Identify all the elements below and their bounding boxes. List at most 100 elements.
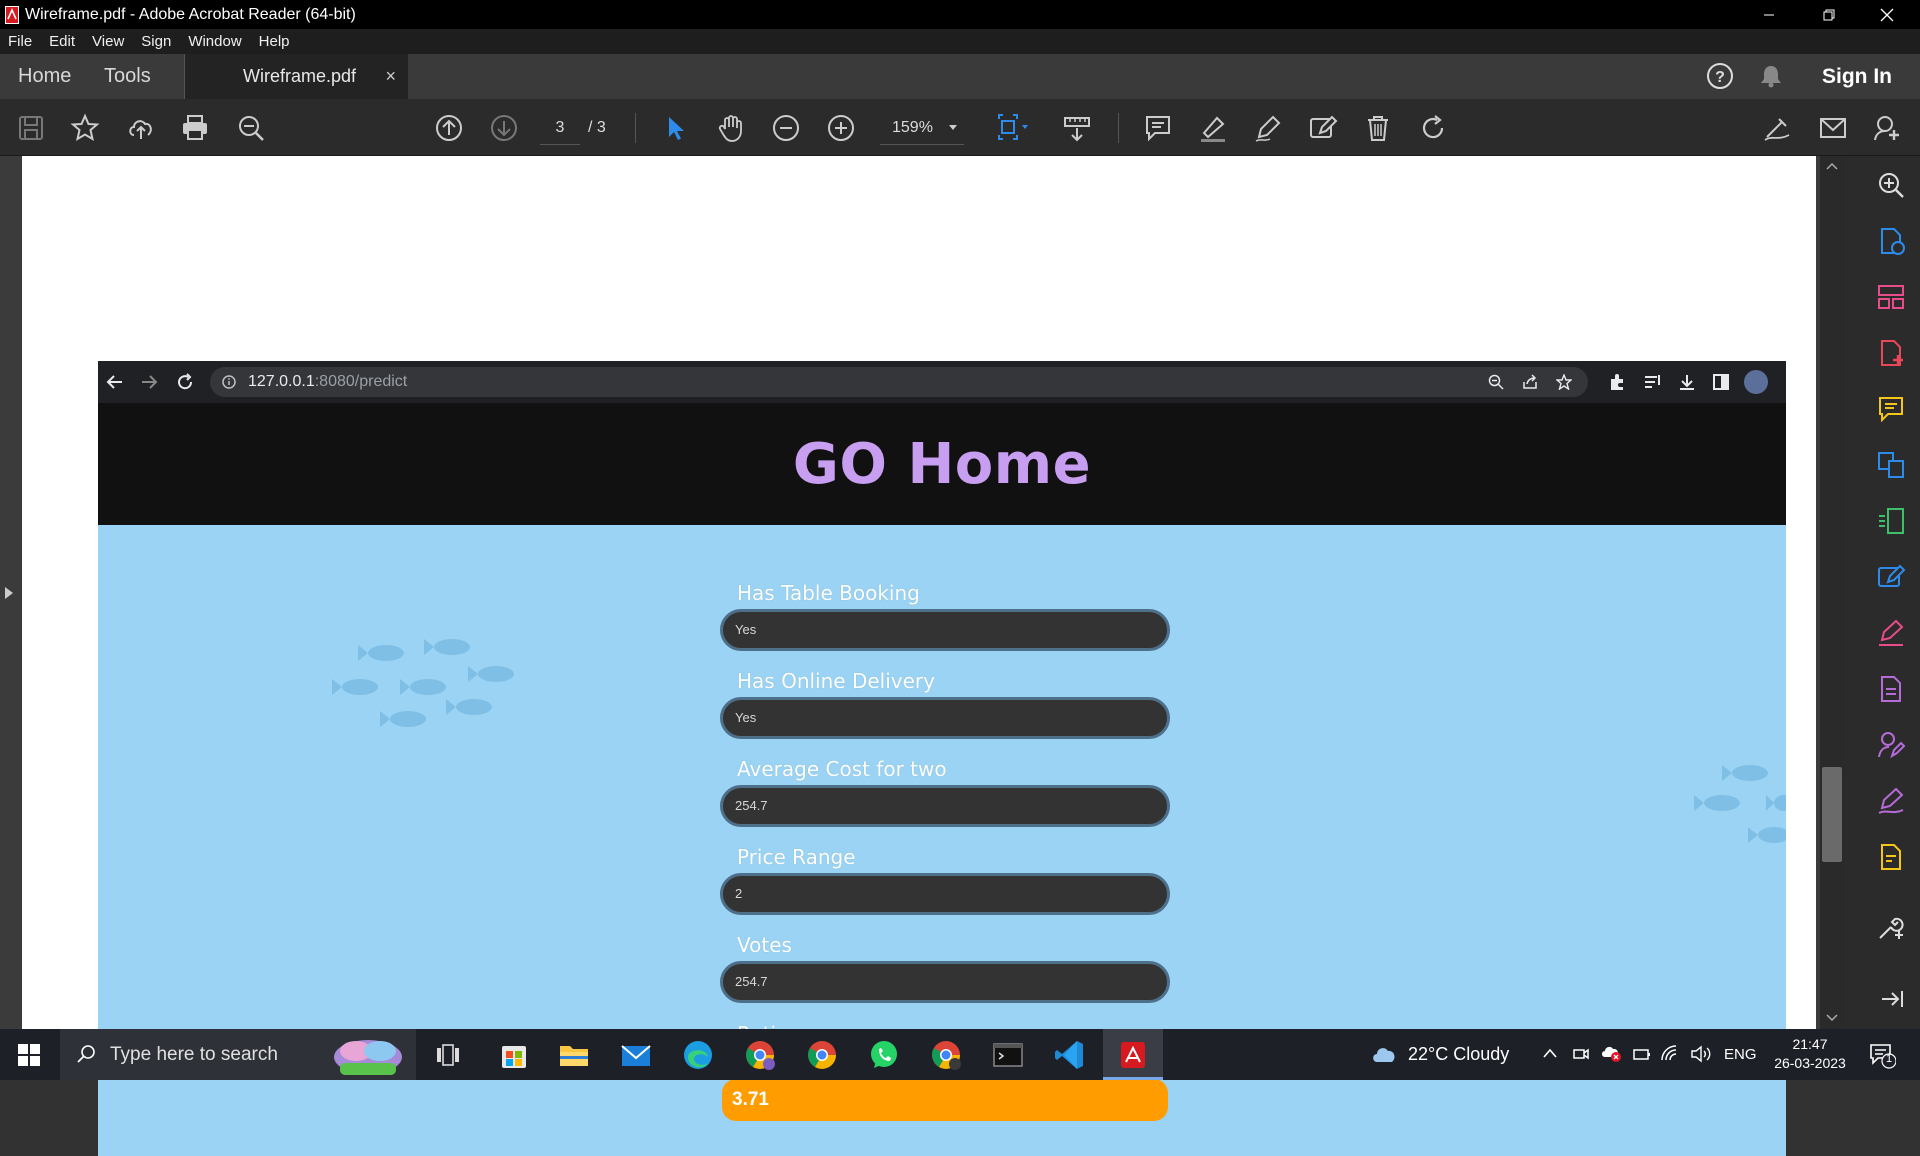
wifi-icon[interactable] [1660,1044,1680,1062]
compress-icon [1879,508,1904,534]
find-button[interactable] [234,111,268,145]
field-label-price-range: Price Range [737,845,856,869]
menu-view[interactable]: View [92,33,124,50]
input-votes[interactable]: 254.7 [720,961,1170,1003]
battery-icon[interactable] [1632,1046,1652,1062]
tool-create-pdf[interactable] [1874,336,1908,370]
tool-organize[interactable] [1874,280,1908,314]
left-panel-toggle[interactable] [4,586,14,600]
tool-zoom[interactable] [1874,168,1908,202]
save-button[interactable] [14,111,48,145]
hand-icon [718,115,742,142]
next-page-button[interactable] [487,111,521,145]
input-table-booking[interactable]: Yes [720,609,1170,651]
taskbar-chrome-profile-1[interactable] [742,1037,778,1073]
document-tab-label: Wireframe.pdf [243,66,357,86]
tool-compress[interactable] [1874,504,1908,538]
clock[interactable]: 21:47 26-03-2023 [1770,1035,1850,1073]
close-tab-button[interactable]: × [385,54,396,99]
scroll-mode-button[interactable] [1060,111,1094,145]
bookmark-button[interactable] [68,111,102,145]
zoom-out-button[interactable] [769,111,803,145]
task-view-button[interactable] [436,1044,460,1066]
tool-fill-sign[interactable] [1874,616,1908,650]
taskbar-edge[interactable] [680,1037,716,1073]
sign-in-button[interactable]: Sign In [1822,54,1892,99]
menu-edit[interactable]: Edit [49,33,75,50]
taskbar-chrome-profile-3[interactable] [928,1037,964,1073]
vertical-scrollbar[interactable] [1820,156,1844,1029]
taskbar-store[interactable] [496,1037,532,1073]
minimize-button[interactable] [1740,0,1798,29]
menu-window[interactable]: Window [188,33,241,50]
rotate-icon [1422,115,1444,139]
taskbar-mail[interactable] [618,1037,654,1073]
toolbar-divider [635,113,636,143]
taskbar-vscode[interactable] [1052,1037,1088,1073]
taskbar-search[interactable]: Type here to search [60,1029,416,1080]
scrollbar-thumb[interactable] [1822,767,1842,862]
tab-document[interactable]: Wireframe.pdf × [184,54,408,99]
zoom-in-button[interactable] [824,111,858,145]
chrome-icon [932,1041,961,1070]
previous-page-button[interactable] [432,111,466,145]
share-link-button[interactable] [1760,111,1794,145]
tab-home[interactable]: Home [18,54,71,99]
rotate-button[interactable] [1416,111,1450,145]
draw-button[interactable] [1251,111,1285,145]
email-button[interactable] [1816,111,1850,145]
meet-now-icon[interactable] [1572,1045,1590,1063]
tool-export-pdf[interactable] [1874,224,1908,258]
volume-icon[interactable] [1690,1045,1712,1063]
collapse-tools-pane[interactable] [1874,982,1908,1016]
menu-file[interactable]: File [8,33,32,50]
input-price-range[interactable]: 2 [720,873,1170,915]
restore-button[interactable] [1800,0,1858,29]
taskbar-acrobat-active[interactable] [1103,1029,1163,1080]
tab-tools[interactable]: Tools [104,54,151,99]
fill-sign-button[interactable] [1306,111,1340,145]
delete-button[interactable] [1361,111,1395,145]
taskbar-terminal[interactable] [990,1037,1026,1073]
document-viewport[interactable]: 127.0.0.1:8080/predict GO Home Has Table… [0,156,1820,1156]
select-tool-button[interactable] [658,111,692,145]
chevron-up-icon[interactable] [1542,1047,1558,1059]
share-user-button[interactable] [1870,111,1904,145]
zoom-icon [1488,374,1504,390]
tool-comment[interactable] [1874,392,1908,426]
notification-bell-icon[interactable] [1758,63,1784,89]
fit-page-button[interactable] [990,111,1036,145]
menu-sign[interactable]: Sign [141,33,171,50]
print-button[interactable] [178,111,212,145]
comment-button[interactable] [1141,111,1175,145]
start-button[interactable] [18,1044,40,1066]
hand-tool-button[interactable] [714,111,748,145]
weather-text[interactable]: 22°C Cloudy [1408,1029,1509,1080]
printer-icon [183,115,207,140]
taskbar-whatsapp[interactable] [866,1037,902,1073]
file-plus-icon [1881,340,1903,366]
input-online-delivery[interactable]: Yes [720,697,1170,739]
zoom-select[interactable]: 159% [880,111,964,145]
tool-more[interactable] [1874,910,1908,944]
tool-request-signature[interactable] [1874,728,1908,762]
tool-sign[interactable] [1874,784,1908,818]
tool-edit-pdf[interactable] [1874,560,1908,594]
highlight-button[interactable] [1196,111,1230,145]
cloud-sync-error-icon[interactable] [1600,1043,1622,1063]
arrow-up-circle-icon [436,115,462,141]
notification-center-button[interactable]: 1 [1868,1041,1896,1069]
menu-help[interactable]: Help [259,33,290,50]
tool-prepare-form[interactable] [1874,840,1908,874]
page-number-input[interactable]: 3 [540,111,580,145]
close-window-button[interactable] [1858,0,1916,29]
language-indicator[interactable]: ENG [1724,1029,1757,1080]
help-icon[interactable]: ? [1706,62,1734,90]
upload-button[interactable] [124,111,158,145]
tool-export[interactable] [1874,672,1908,706]
taskbar-file-explorer[interactable] [556,1037,592,1073]
input-average-cost[interactable]: 254.7 [720,785,1170,827]
tool-combine[interactable] [1874,448,1908,482]
taskbar-chrome-profile-2[interactable] [804,1037,840,1073]
edge-browser-icon [684,1041,712,1069]
